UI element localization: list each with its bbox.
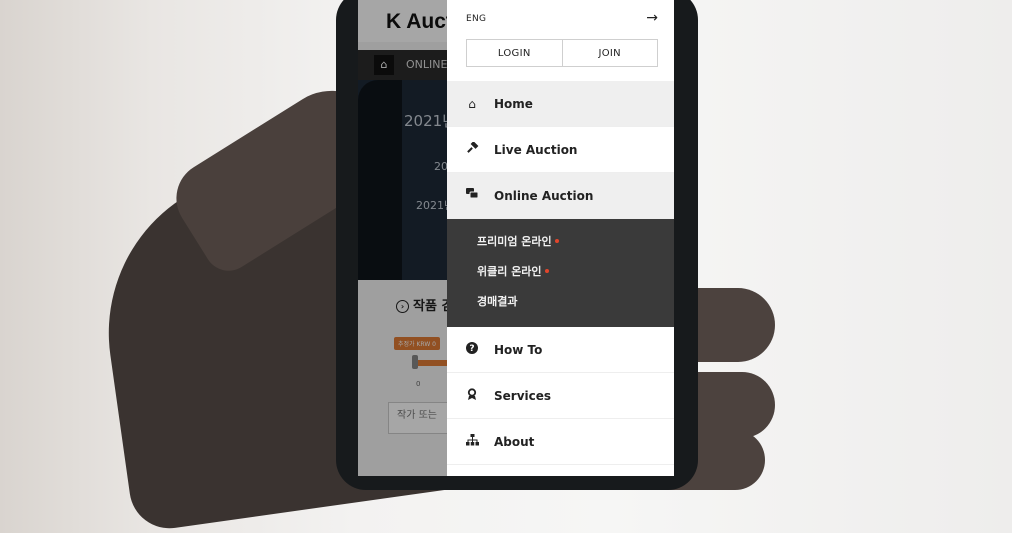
submenu-item-auction-results[interactable]: 경매결과 — [447, 287, 674, 317]
login-button[interactable]: LOGIN — [467, 40, 562, 66]
menu-item-label: About — [494, 434, 535, 449]
phone-screen: K Auct ⌂ ONLINE 2021년 20 2021년 › 작품 검 추정가… — [358, 0, 674, 476]
submenu-item-label: 경매결과 — [477, 295, 518, 308]
chat-icon — [465, 188, 479, 203]
menu-item-label: Services — [494, 388, 552, 403]
menu-item-how-to[interactable]: ? How To — [447, 327, 674, 373]
gavel-icon — [465, 140, 479, 158]
submenu-item-label: 프리미엄 온라인 — [477, 235, 552, 248]
overlay-dim[interactable] — [358, 0, 447, 476]
join-button[interactable]: JOIN — [561, 40, 657, 66]
new-dot-icon — [554, 239, 559, 243]
services-icon — [465, 387, 479, 404]
nav-drawer: ENG → LOGIN JOIN ⌂ Home Live Auction Onl… — [447, 0, 674, 476]
menu-item-label: Home — [494, 96, 533, 111]
online-auction-submenu: 프리미엄 온라인 위클리 온라인 경매결과 — [447, 219, 674, 327]
submenu-item-weekly-online[interactable]: 위클리 온라인 — [447, 257, 674, 287]
submenu-item-premium-online[interactable]: 프리미엄 온라인 — [447, 227, 674, 257]
question-icon: ? — [465, 342, 479, 357]
drawer-top: ENG → — [447, 0, 674, 36]
menu-item-label: Online Auction — [494, 188, 594, 203]
submenu-item-label: 위클리 온라인 — [477, 265, 542, 278]
svg-text:?: ? — [469, 344, 474, 354]
menu-item-about[interactable]: About — [447, 419, 674, 465]
close-arrow-icon[interactable]: → — [646, 10, 658, 26]
menu-item-online-auction[interactable]: Online Auction — [447, 173, 674, 219]
home-icon: ⌂ — [468, 96, 476, 111]
menu-item-label: Live Auction — [494, 142, 578, 157]
new-dot-icon — [544, 269, 549, 273]
menu-item-label: How To — [494, 342, 543, 357]
language-toggle[interactable]: ENG — [466, 14, 486, 24]
menu-item-live-auction[interactable]: Live Auction — [447, 127, 674, 173]
menu-item-home[interactable]: ⌂ Home — [447, 81, 674, 127]
menu-item-services[interactable]: Services — [447, 373, 674, 419]
sitemap-icon — [465, 434, 479, 449]
auth-buttons: LOGIN JOIN — [466, 39, 658, 67]
drawer-menu: ⌂ Home Live Auction Online Auction 프리미엄 … — [447, 81, 674, 465]
